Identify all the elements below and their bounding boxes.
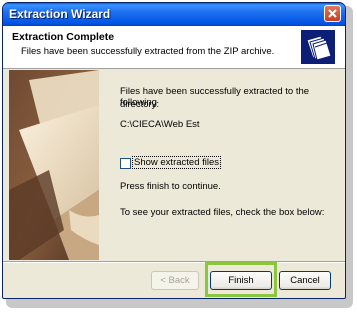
button-divider	[3, 261, 345, 263]
extraction-wizard-window: Extraction Wizard Extraction Complete Fi…	[2, 2, 346, 299]
checkbox-instruction: To see your extracted files, check the b…	[120, 207, 325, 218]
header-title: Extraction Complete	[12, 31, 115, 43]
wizard-side-image	[9, 70, 99, 260]
header-subtitle: Files have been successfully extracted f…	[21, 46, 275, 57]
title-bar[interactable]: Extraction Wizard	[3, 3, 345, 26]
cancel-button[interactable]: Cancel	[279, 271, 331, 290]
show-files-label[interactable]: Show extracted files	[132, 156, 222, 169]
success-message-line2: directory:	[120, 99, 160, 110]
extraction-path: C:\CIECA\Web Est	[120, 119, 200, 130]
close-button[interactable]	[324, 5, 341, 22]
back-button[interactable]: < Back	[151, 271, 199, 290]
finish-highlight-box	[205, 262, 277, 297]
window-title: Extraction Wizard	[9, 7, 111, 21]
folders-icon	[301, 30, 335, 64]
wizard-header: Extraction Complete Files have been succ…	[3, 26, 345, 69]
finish-instruction: Press finish to continue.	[120, 181, 221, 192]
show-files-checkbox[interactable]	[120, 158, 131, 169]
